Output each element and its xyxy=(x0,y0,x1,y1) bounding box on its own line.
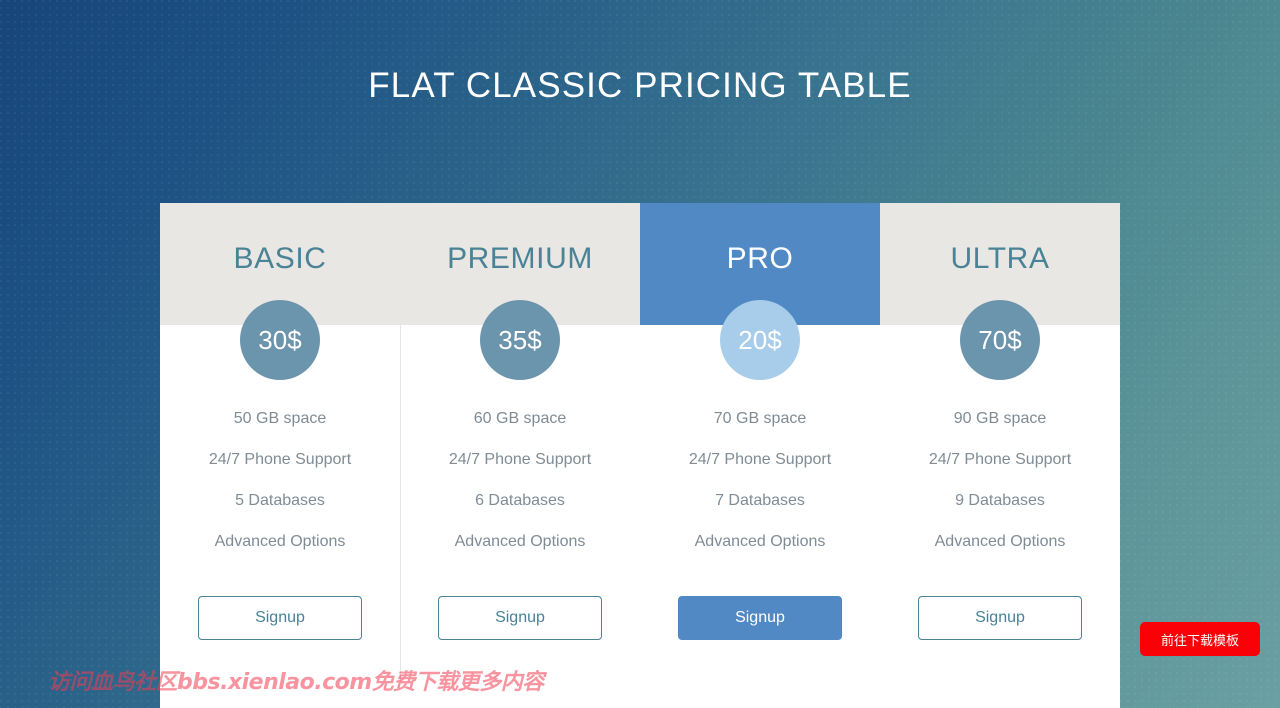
plan-name: BASIC xyxy=(233,242,327,275)
signup-button[interactable]: Signup xyxy=(918,596,1082,640)
plan-column-ultra: ULTRA 70$ 90 GB space 24/7 Phone Support… xyxy=(880,203,1120,708)
feature-item: 50 GB space xyxy=(233,410,327,427)
plan-column-premium: PREMIUM 35$ 60 GB space 24/7 Phone Suppo… xyxy=(400,203,640,708)
price-badge: 35$ xyxy=(480,300,560,380)
feature-item: 24/7 Phone Support xyxy=(448,451,592,468)
feature-item: 24/7 Phone Support xyxy=(688,451,832,468)
plan-name: PREMIUM xyxy=(447,242,593,275)
feature-item: Advanced Options xyxy=(694,533,826,550)
feature-item: Advanced Options xyxy=(454,533,586,550)
price-badge: 20$ xyxy=(720,300,800,380)
feature-item: 70 GB space xyxy=(713,410,807,427)
signup-button[interactable]: Signup xyxy=(678,596,842,640)
plan-column-basic: BASIC 30$ 50 GB space 24/7 Phone Support… xyxy=(160,203,400,708)
feature-item: Advanced Options xyxy=(214,533,346,550)
plan-name: PRO xyxy=(726,242,794,275)
page-title: FLAT CLASSIC PRICING TABLE xyxy=(368,66,912,105)
feature-item: Advanced Options xyxy=(934,533,1066,550)
feature-item: 7 Databases xyxy=(715,492,805,509)
price-badge: 70$ xyxy=(960,300,1040,380)
signup-button[interactable]: Signup xyxy=(198,596,362,640)
plan-body: 70 GB space 24/7 Phone Support 7 Databas… xyxy=(640,325,880,708)
feature-item: 5 Databases xyxy=(235,492,325,509)
signup-button[interactable]: Signup xyxy=(438,596,602,640)
download-template-button[interactable]: 前往下载模板 xyxy=(1140,622,1260,656)
feature-item: 9 Databases xyxy=(955,492,1045,509)
feature-item: 6 Databases xyxy=(475,492,565,509)
plan-column-pro: PRO 20$ 70 GB space 24/7 Phone Support 7… xyxy=(640,203,880,708)
plan-body: 90 GB space 24/7 Phone Support 9 Databas… xyxy=(880,325,1120,708)
price-badge: 30$ xyxy=(240,300,320,380)
feature-item: 24/7 Phone Support xyxy=(208,451,352,468)
pricing-table: BASIC 30$ 50 GB space 24/7 Phone Support… xyxy=(160,203,1120,708)
plan-body: 50 GB space 24/7 Phone Support 5 Databas… xyxy=(160,325,400,708)
plan-name: ULTRA xyxy=(950,242,1050,275)
feature-item: 60 GB space xyxy=(473,410,567,427)
plan-body: 60 GB space 24/7 Phone Support 6 Databas… xyxy=(400,325,640,708)
feature-item: 90 GB space xyxy=(953,410,1047,427)
feature-item: 24/7 Phone Support xyxy=(928,451,1072,468)
